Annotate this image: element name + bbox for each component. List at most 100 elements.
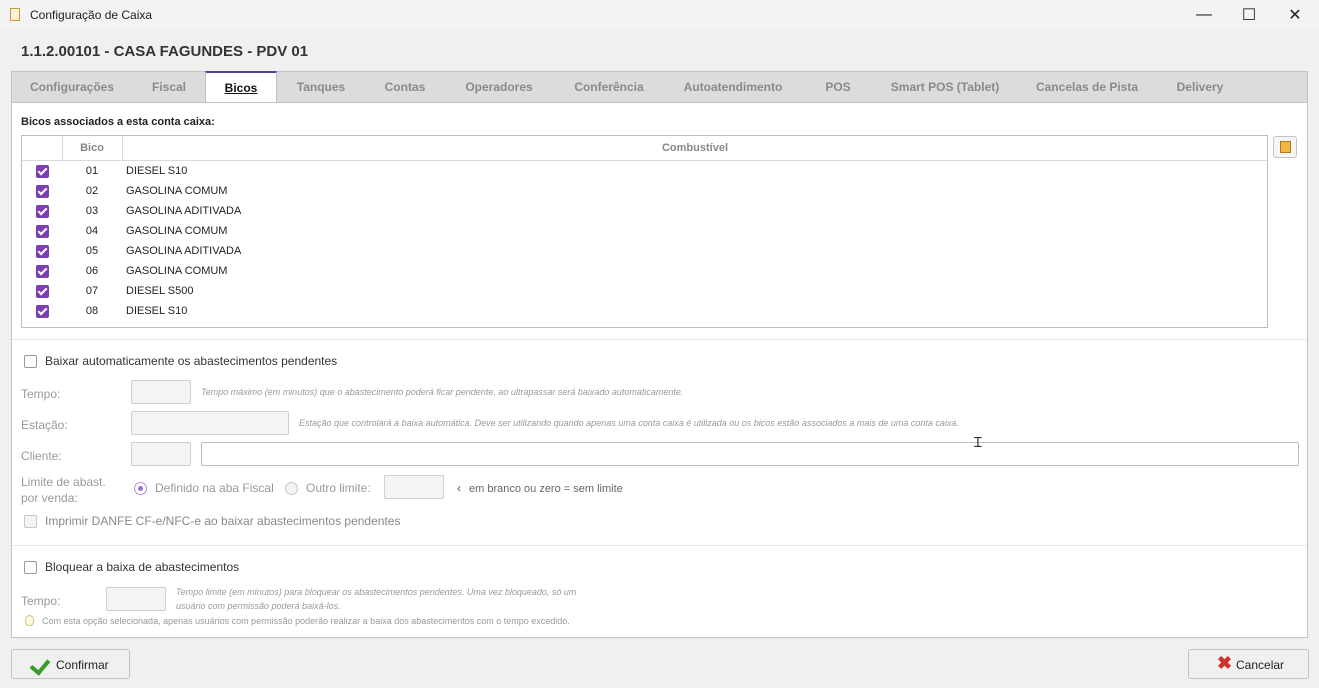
bloquear-tempo-label: Tempo: bbox=[21, 594, 61, 608]
tab-delivery[interactable]: Delivery bbox=[1162, 72, 1238, 102]
tab-bar: Configurações Fiscal Bicos Tanques Conta… bbox=[11, 71, 1308, 102]
cancel-x-icon: ✖ bbox=[1217, 653, 1233, 673]
fuel-name: GASOLINA COMUM bbox=[126, 185, 228, 197]
close-button[interactable]: ✕ bbox=[1272, 0, 1318, 30]
tab-configuracoes[interactable]: Configurações bbox=[18, 72, 126, 102]
table-row[interactable]: 03 GASOLINA ADITIVADA bbox=[22, 202, 1267, 222]
checkmark-icon bbox=[29, 654, 51, 676]
limite-label-line2: por venda: bbox=[21, 491, 78, 505]
tempo-label: Tempo: bbox=[21, 387, 61, 401]
bico-number: 05 bbox=[85, 245, 99, 257]
table-row[interactable]: 06 GASOLINA COMUM bbox=[22, 262, 1267, 282]
header-bico[interactable]: Bico bbox=[62, 136, 123, 160]
limite-hint: em branco ou zero = sem limite bbox=[469, 483, 623, 495]
app-icon bbox=[10, 8, 20, 21]
bloquear-tempo-hint-2: usuário com permissão poderá baixá-los. bbox=[176, 601, 341, 611]
row-checkbox[interactable] bbox=[36, 265, 49, 278]
row-checkbox[interactable] bbox=[36, 245, 49, 258]
divider bbox=[12, 545, 1307, 546]
tab-contas[interactable]: Contas bbox=[370, 72, 440, 102]
tab-operadores[interactable]: Operadores bbox=[450, 72, 548, 102]
export-icon bbox=[1280, 141, 1291, 153]
row-checkbox[interactable] bbox=[36, 305, 49, 318]
bico-number: 08 bbox=[85, 305, 99, 317]
bico-number: 01 bbox=[85, 165, 99, 177]
fuel-name: GASOLINA ADITIVADA bbox=[126, 245, 242, 257]
radio-outro-limite-label: Outro limite: bbox=[306, 481, 371, 495]
radio-definido-fiscal[interactable] bbox=[134, 482, 147, 495]
imprimir-danfe-checkbox[interactable] bbox=[24, 515, 37, 528]
row-checkbox[interactable] bbox=[36, 205, 49, 218]
grid-header: Bico Combustível bbox=[22, 136, 1267, 161]
bicos-panel: Bicos associados a esta conta caixa: Bic… bbox=[11, 102, 1308, 638]
window-title: Configuração de Caixa bbox=[30, 8, 153, 22]
tempo-input[interactable] bbox=[131, 380, 191, 404]
cancel-button[interactable]: ✖ Cancelar bbox=[1188, 649, 1309, 679]
fuel-name: GASOLINA COMUM bbox=[126, 225, 228, 237]
radio-outro-limite[interactable] bbox=[285, 482, 298, 495]
bloquear-tempo-input[interactable] bbox=[106, 587, 166, 611]
confirm-button[interactable]: Confirmar bbox=[11, 649, 130, 679]
tab-bicos[interactable]: Bicos bbox=[205, 71, 277, 102]
tab-cancelas-de-pista[interactable]: Cancelas de Pista bbox=[1025, 72, 1149, 102]
tab-smart-pos[interactable]: Smart POS (Tablet) bbox=[878, 72, 1012, 102]
estacao-hint: Estação que controlará a baixa automátic… bbox=[299, 418, 959, 428]
table-row[interactable]: 05 GASOLINA ADITIVADA bbox=[22, 242, 1267, 262]
section-label: Bicos associados a esta conta caixa: bbox=[21, 116, 215, 128]
bico-number: 03 bbox=[85, 205, 99, 217]
row-checkbox[interactable] bbox=[36, 165, 49, 178]
row-checkbox[interactable] bbox=[36, 185, 49, 198]
bico-number: 04 bbox=[85, 225, 99, 237]
window-titlebar: Configuração de Caixa — ☐ ✕ bbox=[0, 0, 1319, 30]
cancel-label: Cancelar bbox=[1236, 658, 1285, 672]
fuel-name: GASOLINA ADITIVADA bbox=[126, 205, 242, 217]
fuel-name: DIESEL S500 bbox=[126, 285, 194, 297]
limite-label-line1: Limite de abast. bbox=[21, 475, 106, 489]
table-row[interactable]: 02 GASOLINA COMUM bbox=[22, 182, 1267, 202]
estacao-input[interactable] bbox=[131, 411, 289, 435]
tempo-hint: Tempo máximo (em minutos) que o abasteci… bbox=[201, 387, 684, 397]
tab-tanques[interactable]: Tanques bbox=[282, 72, 360, 102]
header-combustivel[interactable]: Combustível bbox=[123, 136, 1267, 160]
fuel-name: DIESEL S10 bbox=[126, 165, 188, 177]
imprimir-danfe-label: Imprimir DANFE CF-e/NFC-e ao baixar abas… bbox=[45, 514, 401, 528]
minimize-button[interactable]: — bbox=[1181, 0, 1227, 30]
tab-bicos-label: Bicos bbox=[224, 81, 258, 95]
fuel-name: GASOLINA COMUM bbox=[126, 265, 228, 277]
baixar-auto-checkbox[interactable] bbox=[24, 355, 37, 368]
bico-number: 07 bbox=[85, 285, 99, 297]
header-select-col[interactable] bbox=[22, 136, 63, 160]
table-row[interactable]: 07 DIESEL S500 bbox=[22, 282, 1267, 302]
page-title: 1.1.2.00101 - CASA FAGUNDES - PDV 01 bbox=[21, 43, 309, 60]
tab-autoatendimento[interactable]: Autoatendimento bbox=[672, 72, 794, 102]
cliente-name-input[interactable] bbox=[201, 442, 1299, 466]
tab-fiscal[interactable]: Fiscal bbox=[135, 72, 203, 102]
estacao-label: Estação: bbox=[21, 418, 68, 432]
maximize-button[interactable]: ☐ bbox=[1226, 0, 1272, 30]
lightbulb-icon bbox=[25, 615, 34, 626]
bloquear-info: Com esta opção selecionada, apenas usuár… bbox=[42, 616, 570, 626]
baixar-auto-label: Baixar automaticamente os abastecimentos… bbox=[45, 354, 338, 368]
limite-input[interactable] bbox=[384, 475, 444, 499]
tab-pos[interactable]: POS bbox=[809, 72, 867, 102]
row-checkbox[interactable] bbox=[36, 285, 49, 298]
table-row[interactable]: 08 DIESEL S10 bbox=[22, 302, 1267, 322]
cliente-code-input[interactable] bbox=[131, 442, 191, 466]
table-row[interactable]: 04 GASOLINA COMUM bbox=[22, 222, 1267, 242]
radio-definido-fiscal-label: Definido na aba Fiscal bbox=[155, 481, 274, 495]
bloquear-tempo-hint-1: Tempo limite (em minutos) para bloquear … bbox=[176, 587, 577, 597]
bico-number: 02 bbox=[85, 185, 99, 197]
fuel-name: DIESEL S10 bbox=[126, 305, 188, 317]
tab-conferencia[interactable]: Conferência bbox=[559, 72, 659, 102]
chevron-left-icon: ‹ bbox=[457, 481, 461, 495]
cliente-label: Cliente: bbox=[21, 449, 62, 463]
export-button[interactable] bbox=[1273, 136, 1297, 158]
bicos-grid: Bico Combustível 01 DIESEL S10 02 GASOLI… bbox=[21, 135, 1268, 328]
bloquear-baixa-label: Bloquear a baixa de abastecimentos bbox=[45, 560, 240, 574]
divider bbox=[12, 339, 1307, 340]
text-cursor-icon: Ɪ bbox=[974, 434, 982, 450]
table-row[interactable]: 01 DIESEL S10 bbox=[22, 162, 1267, 182]
bloquear-baixa-checkbox[interactable] bbox=[24, 561, 37, 574]
row-checkbox[interactable] bbox=[36, 225, 49, 238]
bico-number: 06 bbox=[85, 265, 99, 277]
